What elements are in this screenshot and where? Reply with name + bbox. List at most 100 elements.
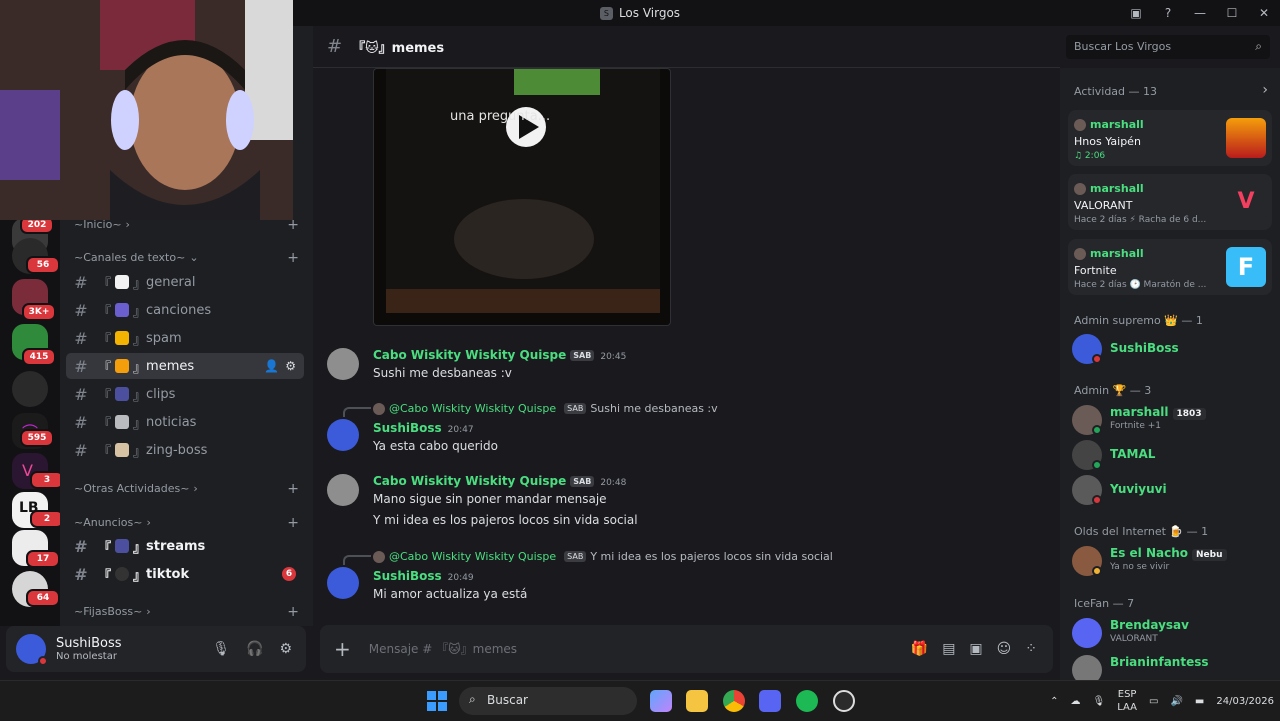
- channel-label: spam: [146, 330, 182, 346]
- start-button[interactable]: [427, 691, 447, 711]
- activity-card[interactable]: marshall Hnos Yaipén ♫ 2:06: [1068, 110, 1272, 166]
- member-name: Brianinfantess: [1110, 655, 1209, 669]
- chat-header: # 『🐱』memes ≋ 🔔 📌 👥: [313, 26, 1246, 68]
- gear-icon[interactable]: ⚙: [285, 359, 296, 373]
- reply-connector: [343, 407, 371, 417]
- avatar[interactable]: [327, 419, 359, 451]
- taskbar-search-label: Buscar: [487, 693, 528, 707]
- help-icon[interactable]: ?: [1152, 6, 1184, 20]
- add-channel-icon[interactable]: +: [287, 515, 299, 531]
- avatar: [1074, 182, 1086, 195]
- add-channel-icon[interactable]: +: [287, 604, 299, 620]
- invite-icon[interactable]: 👤: [264, 359, 279, 373]
- server-badge: 56: [26, 256, 60, 274]
- server-icon-5[interactable]: [12, 371, 48, 407]
- taskbar-search[interactable]: ⌕ Buscar: [459, 687, 637, 715]
- member-name: Brendaysav: [1110, 618, 1189, 632]
- chevron-right-icon: ›: [146, 516, 151, 529]
- channel-label: general: [146, 274, 196, 290]
- message-time: 20:47: [447, 425, 474, 435]
- member-item[interactable]: Brendaysav VALORANT: [1072, 616, 1272, 650]
- channel-memes[interactable]: # 『』 memes 👤 ⚙: [66, 353, 304, 379]
- activity-card[interactable]: marshall VALORANT Hace 2 días ⚡ Racha de…: [1068, 174, 1272, 230]
- channel-canciones[interactable]: # 『』 canciones: [66, 297, 304, 323]
- hash-icon: #: [74, 440, 88, 460]
- channel-zing-boss[interactable]: # 『』 zing-boss: [66, 437, 304, 463]
- message-author[interactable]: SushiBoss 20:47: [373, 421, 474, 435]
- copilot-icon[interactable]: [650, 690, 672, 712]
- message-author[interactable]: Cabo Wiskity Wiskity Quispe SAB 20:48: [373, 474, 626, 488]
- member-item[interactable]: Brianinfantess: [1072, 653, 1272, 680]
- role-header: IceFan — 7: [1074, 597, 1135, 610]
- activity-card[interactable]: marshall Fortnite Hace 2 días 🕑 Maratón …: [1068, 239, 1272, 295]
- maximize-button[interactable]: ☐: [1216, 6, 1248, 20]
- message-input[interactable]: [368, 642, 849, 656]
- channel-noticias[interactable]: # 『』 noticias: [66, 409, 304, 435]
- channel-general[interactable]: # 『』 general: [66, 269, 304, 295]
- headphones-icon[interactable]: 🎧: [246, 641, 263, 657]
- close-button[interactable]: ✕: [1248, 6, 1280, 20]
- battery-icon[interactable]: ▬: [1195, 696, 1204, 707]
- online-status-icon: [1092, 425, 1102, 435]
- channel-tiktok[interactable]: # 『』 tiktok 6: [66, 561, 304, 587]
- microphone-icon[interactable]: 🎙: [212, 641, 230, 657]
- obs-icon[interactable]: [833, 690, 855, 712]
- video-embed[interactable]: una pregunta...: [373, 68, 671, 326]
- search-input[interactable]: Buscar Los Virgos ⌕: [1066, 35, 1270, 59]
- avatar[interactable]: [327, 567, 359, 599]
- add-channel-icon[interactable]: +: [287, 250, 299, 266]
- channel-clips[interactable]: # 『』 clips: [66, 381, 304, 407]
- avatar: [1074, 118, 1086, 131]
- language-indicator[interactable]: ESP LAA: [1117, 688, 1137, 714]
- member-item[interactable]: SushiBoss: [1072, 332, 1272, 366]
- channel-spam[interactable]: # 『』 spam: [66, 325, 304, 351]
- gif-icon[interactable]: ▤: [942, 641, 955, 657]
- message-author[interactable]: SushiBoss 20:49: [373, 569, 474, 583]
- avatar[interactable]: [327, 474, 359, 506]
- activity-sub: ♫ 2:06: [1074, 151, 1106, 161]
- category-label: ~Otras Actividades~: [74, 482, 190, 495]
- cloud-icon[interactable]: ☁: [1071, 696, 1081, 707]
- member-name: Es el Nacho Nebu: [1110, 546, 1227, 561]
- member-item[interactable]: TAMAL: [1072, 438, 1272, 472]
- spotify-icon[interactable]: [796, 690, 818, 712]
- server-badge: 3: [30, 471, 64, 489]
- member-item[interactable]: Yuviyuvi: [1072, 473, 1272, 507]
- category-otras[interactable]: ~Otras Actividades~ › +: [74, 481, 299, 497]
- chevron-up-icon[interactable]: ⌃: [1050, 696, 1058, 707]
- reply-preview[interactable]: @Cabo Wiskity Wiskity Quispe SAB Y mi idea…: [373, 550, 833, 563]
- volume-icon[interactable]: 🔊: [1170, 696, 1182, 707]
- idle-status-icon: [1092, 566, 1102, 576]
- channel-label: zing-boss: [146, 442, 208, 458]
- apps-icon[interactable]: ⁘: [1025, 641, 1037, 657]
- network-icon[interactable]: ▭: [1149, 696, 1158, 707]
- sticker-icon[interactable]: ▣: [969, 641, 982, 657]
- avatar[interactable]: [327, 348, 359, 380]
- settings-icon[interactable]: ⚙: [279, 641, 292, 657]
- channel-label: clips: [146, 386, 176, 402]
- minimize-button[interactable]: —: [1184, 6, 1216, 20]
- member-item[interactable]: marshall 1803 Fortnite +1: [1072, 403, 1272, 437]
- channel-streams[interactable]: # 『』 streams: [66, 533, 304, 559]
- category-anuncios[interactable]: ~Anuncios~ › +: [74, 515, 299, 531]
- discord-icon[interactable]: [759, 690, 781, 712]
- chrome-icon[interactable]: [723, 690, 745, 712]
- chevron-right-icon[interactable]: ›: [1262, 82, 1268, 98]
- category-fijas[interactable]: ~FijasBoss~ › +: [74, 604, 299, 620]
- inbox-icon[interactable]: ▣: [1120, 6, 1152, 20]
- avatar[interactable]: [16, 634, 48, 666]
- member-item[interactable]: Es el Nacho Nebu Ya no se vivir: [1072, 544, 1272, 578]
- user-panel: SushiBoss No molestar 🎙 🎧 ⚙: [6, 626, 306, 672]
- emoji-icon[interactable]: ☺: [997, 641, 1012, 657]
- activity-title: Fortnite: [1074, 264, 1117, 277]
- hash-icon: #: [74, 300, 88, 320]
- message-author[interactable]: Cabo Wiskity Wiskity Quispe SAB 20:45: [373, 348, 626, 362]
- attach-plus-icon[interactable]: +: [334, 637, 351, 661]
- gift-icon[interactable]: 🎁: [911, 641, 928, 657]
- category-canales[interactable]: ~Canales de texto~ ⌄ +: [74, 250, 299, 266]
- reply-preview[interactable]: @Cabo Wiskity Wiskity Quispe SAB Sushi me …: [373, 402, 718, 415]
- microphone-icon[interactable]: 🎙: [1093, 696, 1106, 707]
- member-activity: VALORANT: [1110, 634, 1158, 644]
- file-explorer-icon[interactable]: [686, 690, 708, 712]
- add-channel-icon[interactable]: +: [287, 481, 299, 497]
